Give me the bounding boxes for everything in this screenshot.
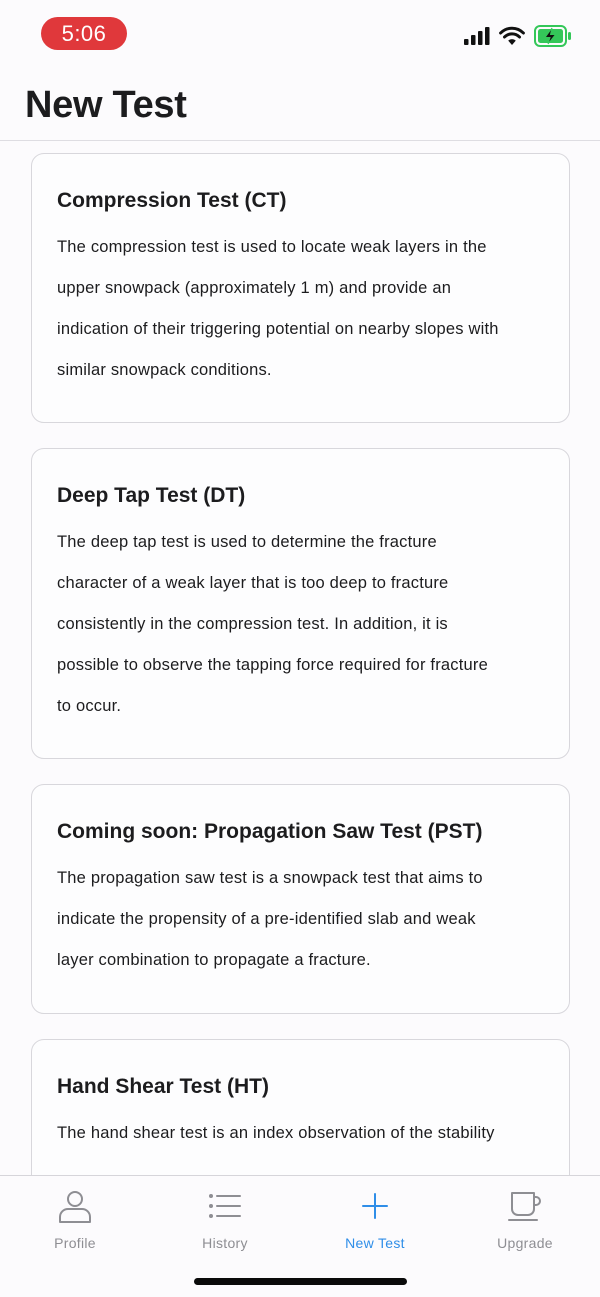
- status-time: 5:06: [41, 17, 127, 50]
- card-title: Deep Tap Test (DT): [57, 484, 246, 507]
- tab-new-test[interactable]: New Test: [300, 1176, 450, 1266]
- tab-upgrade[interactable]: Upgrade: [450, 1176, 600, 1266]
- test-list[interactable]: Compression Test (CT) The compression te…: [0, 141, 600, 1175]
- card-description-line: to occur.: [57, 697, 122, 715]
- card-description: The deep tap test is used to determine t…: [57, 522, 544, 727]
- test-card-hand-shear[interactable]: Hand Shear Test (HT) The hand shear test…: [31, 1039, 570, 1175]
- list-icon: [209, 1194, 241, 1218]
- card-description-line: possible to observe the tapping force re…: [57, 656, 488, 674]
- wifi-icon: [499, 26, 525, 45]
- card-title: Coming soon: Propagation Saw Test (PST): [57, 820, 483, 843]
- tab-label: Upgrade: [497, 1235, 553, 1251]
- screen: 5:06 New Test Compression Test (CT) The …: [0, 0, 600, 1297]
- cellular-signal-icon: [464, 27, 490, 45]
- card-description-line: upper snowpack (approximately 1 m) and p…: [57, 279, 452, 297]
- card-description-line: layer combination to propagate a fractur…: [57, 951, 371, 969]
- battery-charging-icon: [534, 25, 571, 47]
- status-bar: 5:06: [0, 0, 600, 64]
- test-card-deep-tap[interactable]: Deep Tap Test (DT) The deep tap test is …: [31, 448, 570, 759]
- card-description-line: similar snowpack conditions.: [57, 361, 272, 379]
- card-description-line: consistently in the compression test. In…: [57, 615, 448, 633]
- card-title: Hand Shear Test (HT): [57, 1075, 269, 1098]
- page-title: New Test: [25, 84, 187, 126]
- tab-profile[interactable]: Profile: [0, 1176, 150, 1266]
- status-icons: [464, 24, 572, 48]
- card-description-line: indicate the propensity of a pre-identif…: [57, 910, 476, 928]
- person-icon: [59, 1191, 91, 1223]
- card-description-line: character of a weak layer that is too de…: [57, 574, 449, 592]
- coffee-cup-icon: [508, 1192, 541, 1221]
- card-description-line: The propagation saw test is a snowpack t…: [57, 869, 483, 887]
- card-description-line: The deep tap test is used to determine t…: [57, 533, 437, 551]
- plus-icon: [362, 1193, 388, 1219]
- tab-label: History: [202, 1235, 248, 1251]
- tab-label: New Test: [345, 1235, 405, 1251]
- test-card-compression[interactable]: Compression Test (CT) The compression te…: [31, 153, 570, 423]
- tab-history[interactable]: History: [150, 1176, 300, 1266]
- card-title: Compression Test (CT): [57, 189, 287, 212]
- card-description-line: indication of their triggering potential…: [57, 320, 499, 338]
- card-description-line: The hand shear test is an index observat…: [57, 1124, 495, 1142]
- card-description-line: The compression test is used to locate w…: [57, 238, 487, 256]
- card-description: The hand shear test is an index observat…: [57, 1113, 544, 1154]
- test-card-propagation-saw[interactable]: Coming soon: Propagation Saw Test (PST) …: [31, 784, 570, 1014]
- tab-label: Profile: [54, 1235, 96, 1251]
- home-indicator: [194, 1278, 407, 1285]
- navigation-header: New Test: [0, 64, 600, 141]
- card-description: The compression test is used to locate w…: [57, 227, 544, 391]
- card-description: The propagation saw test is a snowpack t…: [57, 858, 544, 981]
